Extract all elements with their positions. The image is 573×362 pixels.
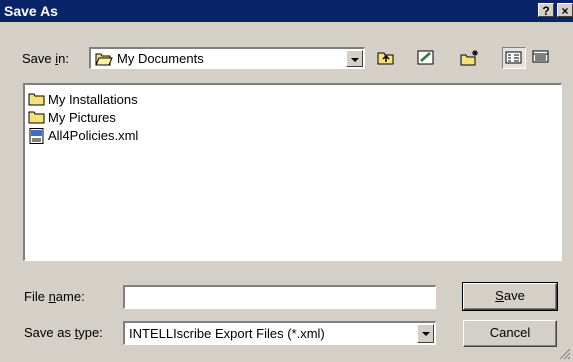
window-title: Save As: [4, 3, 58, 19]
save-button[interactable]: Save: [462, 282, 558, 311]
up-folder-icon: [377, 52, 394, 65]
cancel-button[interactable]: Cancel: [463, 320, 557, 347]
favorites-button[interactable]: [414, 47, 438, 69]
folder-icon: [28, 93, 45, 106]
list-view-icon: [505, 51, 522, 64]
folder-open-icon: [95, 53, 113, 66]
xml-file-icon: [29, 128, 44, 144]
chevron-down-icon[interactable]: [417, 324, 434, 343]
file-name-field[interactable]: [123, 285, 436, 309]
close-button[interactable]: ×: [557, 3, 573, 18]
save-in-label: Save in:: [22, 51, 69, 66]
save-in-value: My Documents: [117, 51, 204, 66]
new-folder-button[interactable]: [458, 47, 482, 69]
file-name-input[interactable]: [125, 287, 435, 308]
up-one-level-button[interactable]: [374, 47, 398, 69]
resize-grip-icon[interactable]: [559, 348, 571, 360]
file-name-label: File name:: [24, 289, 85, 304]
new-folder-icon: [460, 50, 478, 66]
details-view-icon: [532, 50, 549, 63]
save-as-type-label: Save as type:: [24, 325, 103, 340]
details-view-button[interactable]: [530, 47, 554, 69]
file-list[interactable]: My Installations My Pictures All4Policie…: [23, 83, 562, 261]
title-bar[interactable]: Save As ? ×: [0, 0, 573, 22]
folder-icon: [28, 111, 45, 124]
chevron-down-icon[interactable]: [346, 50, 363, 67]
desktop-icon: [417, 50, 434, 65]
save-as-type-dropdown[interactable]: INTELLIscribe Export Files (*.xml): [123, 321, 436, 345]
list-view-button[interactable]: [502, 47, 526, 69]
save-in-dropdown[interactable]: My Documents: [89, 47, 365, 69]
help-button[interactable]: ?: [538, 3, 554, 18]
save-as-type-value: INTELLIscribe Export Files (*.xml): [129, 326, 325, 341]
